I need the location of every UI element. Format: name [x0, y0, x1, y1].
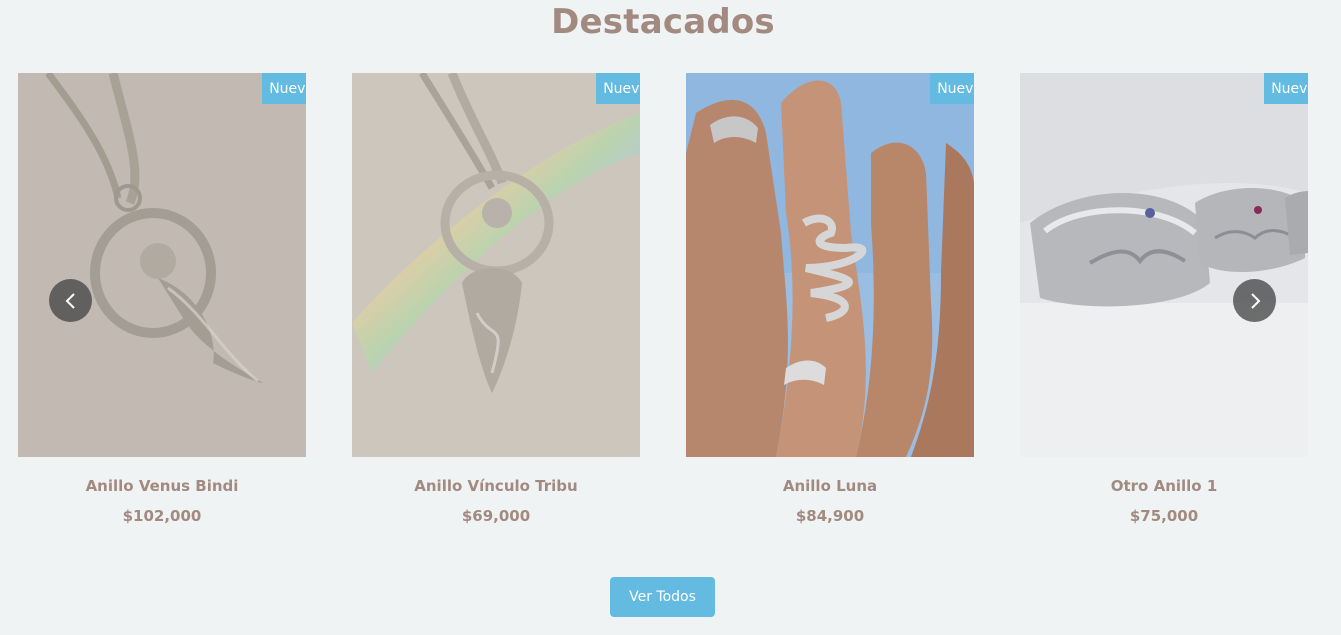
- product-name[interactable]: Anillo Vínculo Tribu: [352, 477, 640, 495]
- section-title: Destacados: [551, 2, 775, 42]
- product-image[interactable]: Nuevo: [352, 73, 640, 457]
- product-price: $102,000: [122, 507, 202, 525]
- new-badge: Nuevo: [596, 73, 640, 104]
- carousel-prev-button[interactable]: [49, 279, 92, 322]
- product-image[interactable]: Nuevo: [1020, 73, 1308, 457]
- product-price: $84,900: [795, 507, 865, 525]
- view-all-button[interactable]: Ver Todos: [610, 577, 715, 617]
- product-name[interactable]: Anillo Venus Bindi: [18, 477, 306, 495]
- product-name[interactable]: Otro Anillo 1: [1020, 477, 1308, 495]
- product-card[interactable]: Nuevo Anillo Vínculo Tribu $69,000: [352, 73, 640, 525]
- product-image[interactable]: Nuevo: [686, 73, 974, 457]
- carousel-next-button[interactable]: [1233, 279, 1276, 322]
- new-badge: Nuevo: [1264, 73, 1308, 104]
- chevron-left-icon: [65, 292, 75, 309]
- product-price: $75,000: [1129, 507, 1199, 525]
- chevron-right-icon: [1250, 292, 1260, 309]
- product-image[interactable]: Nuevo: [18, 73, 306, 457]
- product-price: $69,000: [461, 507, 531, 525]
- new-badge: Nuevo: [930, 73, 974, 104]
- product-name[interactable]: Anillo Luna: [686, 477, 974, 495]
- product-card[interactable]: Nuevo Anillo Luna $84,900: [686, 73, 974, 525]
- new-badge: Nuevo: [262, 73, 306, 104]
